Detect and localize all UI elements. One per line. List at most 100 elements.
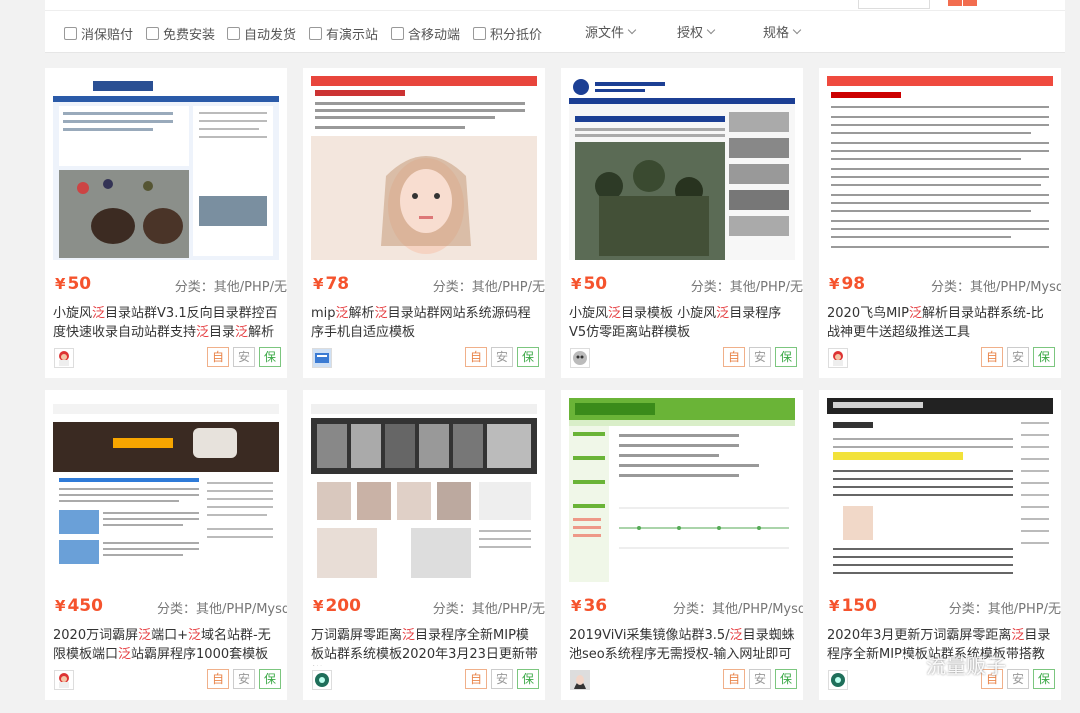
product-card[interactable]: ¥50 分类：其他/PHP/无 小旋风泛目录站群V3.1反向目录群控百度快速收录自动… bbox=[45, 68, 287, 378]
title-text: 小旋风 bbox=[53, 306, 93, 321]
install-tag: 安 bbox=[491, 347, 513, 367]
chevron-down-icon bbox=[792, 25, 802, 34]
product-title-link[interactable]: 小旋风泛目录模板 小旋风泛目录程序 V5仿零距离站群模板 bbox=[569, 304, 797, 344]
filter-bar: 消保赔付 免费安装 自动发货 有演示站 含移动端 积分抵价 源文件 授权 规格 bbox=[45, 0, 1065, 53]
service-tags: 自安保 bbox=[207, 669, 281, 689]
guarantee-tag: 保 bbox=[259, 669, 281, 689]
dropdown-label: 源文件 bbox=[585, 26, 625, 41]
product-card[interactable]: ¥50 分类：其他/PHP/无 小旋风泛目录模板 小旋风泛目录程序 V5仿零距离站群… bbox=[561, 68, 803, 378]
install-tag: 安 bbox=[749, 669, 771, 689]
product-card[interactable]: ¥36 分类：其他/PHP/Mysql 2019ViVi采集镜像站群3.5/泛目录蜘… bbox=[561, 390, 803, 700]
product-thumbnail[interactable] bbox=[569, 76, 795, 260]
orange-button-edge[interactable] bbox=[948, 0, 962, 6]
guarantee-tag: 保 bbox=[259, 347, 281, 367]
seller-avatar[interactable] bbox=[828, 670, 848, 690]
filter-label: 自动发货 bbox=[244, 27, 297, 43]
product-title-link[interactable]: 小旋风泛目录站群V3.1反向目录群控百度快速收录自动站群支持泛目录泛解析 bbox=[53, 304, 281, 344]
seller-avatar[interactable] bbox=[312, 670, 332, 690]
product-category: 分类：其他/PHP/无 bbox=[432, 280, 545, 295]
seller-avatar[interactable] bbox=[570, 670, 590, 690]
keyword-highlight: 泛 bbox=[196, 325, 210, 340]
checkbox-icon[interactable] bbox=[146, 26, 159, 40]
product-title-link[interactable]: 2019ViVi采集镜像站群3.5/泛目录蜘蛛池seo系统程序无需授权-输入网址… bbox=[569, 626, 797, 666]
service-tags: 自安保 bbox=[465, 669, 539, 689]
guarantee-tag: 保 bbox=[1033, 347, 1055, 367]
auto-delivery-tag: 自 bbox=[981, 347, 1003, 367]
filter-label: 消保赔付 bbox=[81, 27, 134, 43]
product-thumbnail-frame[interactable] bbox=[569, 398, 795, 582]
seller-avatar[interactable] bbox=[54, 670, 74, 690]
product-title-link[interactable]: 2020万词霸屏泛端口+泛域名站群-无限模板端口泛站霸屏程序1000套模板 bbox=[53, 626, 281, 666]
filter-checkbox-3[interactable]: 自动发货 bbox=[227, 24, 297, 43]
dropdown-license[interactable]: 授权 bbox=[677, 22, 716, 41]
price-value: 50 bbox=[583, 274, 608, 294]
checkbox-icon[interactable] bbox=[473, 26, 486, 40]
filter-checkbox-2[interactable]: 免费安装 bbox=[146, 24, 216, 43]
seller-avatar[interactable] bbox=[570, 348, 590, 368]
product-thumbnail[interactable] bbox=[53, 76, 279, 260]
title-text: 解析 bbox=[248, 325, 275, 340]
seller-avatar-icon bbox=[829, 349, 847, 367]
price-value: 450 bbox=[67, 596, 103, 616]
auto-delivery-tag: 自 bbox=[207, 669, 229, 689]
checkbox-icon[interactable] bbox=[64, 26, 77, 40]
product-thumbnail[interactable] bbox=[569, 398, 795, 582]
product-thumbnail[interactable] bbox=[311, 76, 537, 260]
search-box-edge[interactable] bbox=[858, 0, 930, 9]
watermark-text: 流量贩子 bbox=[926, 654, 1006, 678]
install-tag: 安 bbox=[1007, 347, 1029, 367]
product-card[interactable]: ¥78 分类：其他/PHP/无 mip泛解析泛目录站群网站系统源码程序手机自适应模板… bbox=[303, 68, 545, 378]
orange-button-edge-2[interactable] bbox=[963, 0, 977, 6]
product-thumbnail-frame[interactable] bbox=[827, 398, 1053, 582]
service-tags: 自安保 bbox=[723, 669, 797, 689]
product-title-link[interactable]: 2020飞鸟MIP泛解析目录站群系统-比战神更牛送超级推送工具 bbox=[827, 304, 1055, 344]
product-card[interactable]: ¥98 分类：其他/PHP/Mysql 2020飞鸟MIP泛解析目录站群系统-比战神… bbox=[819, 68, 1061, 378]
filter-label: 免费安装 bbox=[163, 27, 216, 43]
dropdown-spec[interactable]: 规格 bbox=[763, 22, 802, 41]
product-thumbnail-frame[interactable] bbox=[53, 76, 279, 260]
keyword-highlight: 泛 bbox=[716, 306, 730, 321]
product-thumbnail[interactable] bbox=[827, 76, 1053, 260]
dropdown-source-file[interactable]: 源文件 bbox=[585, 22, 637, 41]
guarantee-tag: 保 bbox=[775, 669, 797, 689]
product-thumbnail[interactable] bbox=[53, 398, 279, 582]
product-title-link[interactable]: 万词霸屏零距离泛目录程序全新MIP模板站群系统模板2020年3月23日更新带搭 bbox=[311, 626, 539, 666]
product-price: ¥98 bbox=[829, 274, 865, 294]
filter-checkbox-5[interactable]: 含移动端 bbox=[391, 24, 460, 43]
product-thumbnail[interactable] bbox=[827, 398, 1053, 582]
filter-checkbox-4[interactable]: 有演示站 bbox=[309, 24, 378, 43]
product-card[interactable]: ¥200 分类：其他/PHP/无 万词霸屏零距离泛目录程序全新MIP模板站群系统模板… bbox=[303, 390, 545, 700]
seller-avatar-icon bbox=[55, 349, 73, 367]
keyword-highlight: 泛 bbox=[138, 628, 152, 643]
seller-avatar-icon bbox=[55, 671, 73, 689]
currency-symbol: ¥ bbox=[55, 597, 66, 615]
product-category: 分类：其他/PHP/Mysql bbox=[931, 280, 1061, 295]
price-value: 78 bbox=[325, 274, 350, 294]
filter-checkbox-1[interactable]: 消保赔付 bbox=[64, 24, 134, 43]
checkbox-icon[interactable] bbox=[309, 26, 322, 40]
product-price: ¥450 bbox=[55, 596, 103, 616]
product-price: ¥150 bbox=[829, 596, 877, 616]
keyword-highlight: 泛 bbox=[402, 628, 416, 643]
auto-delivery-tag: 自 bbox=[723, 347, 745, 367]
product-category: 分类：其他/PHP/无 bbox=[174, 280, 287, 295]
guarantee-tag: 保 bbox=[1033, 669, 1055, 689]
filter-checkbox-6[interactable]: 积分抵价 bbox=[473, 24, 542, 43]
product-thumbnail-frame[interactable] bbox=[827, 76, 1053, 260]
auto-delivery-tag: 自 bbox=[723, 669, 745, 689]
currency-symbol: ¥ bbox=[313, 275, 324, 293]
product-thumbnail-frame[interactable] bbox=[569, 76, 795, 260]
checkbox-icon[interactable] bbox=[227, 26, 240, 40]
product-thumbnail-frame[interactable] bbox=[311, 398, 537, 582]
seller-avatar[interactable] bbox=[312, 348, 332, 368]
seller-avatar[interactable] bbox=[54, 348, 74, 368]
seller-avatar[interactable] bbox=[828, 348, 848, 368]
product-thumbnail-frame[interactable] bbox=[53, 398, 279, 582]
checkbox-icon[interactable] bbox=[391, 26, 404, 40]
product-thumbnail-frame[interactable] bbox=[311, 76, 537, 260]
product-title-link[interactable]: mip泛解析泛目录站群网站系统源码程序手机自适应模板 bbox=[311, 304, 539, 344]
product-thumbnail[interactable] bbox=[311, 398, 537, 582]
product-card[interactable]: ¥450 分类：其他/PHP/Mysql 2020万词霸屏泛端口+泛域名站群-无限模… bbox=[45, 390, 287, 700]
service-tags: 自安保 bbox=[981, 347, 1055, 367]
price-value: 50 bbox=[67, 274, 92, 294]
